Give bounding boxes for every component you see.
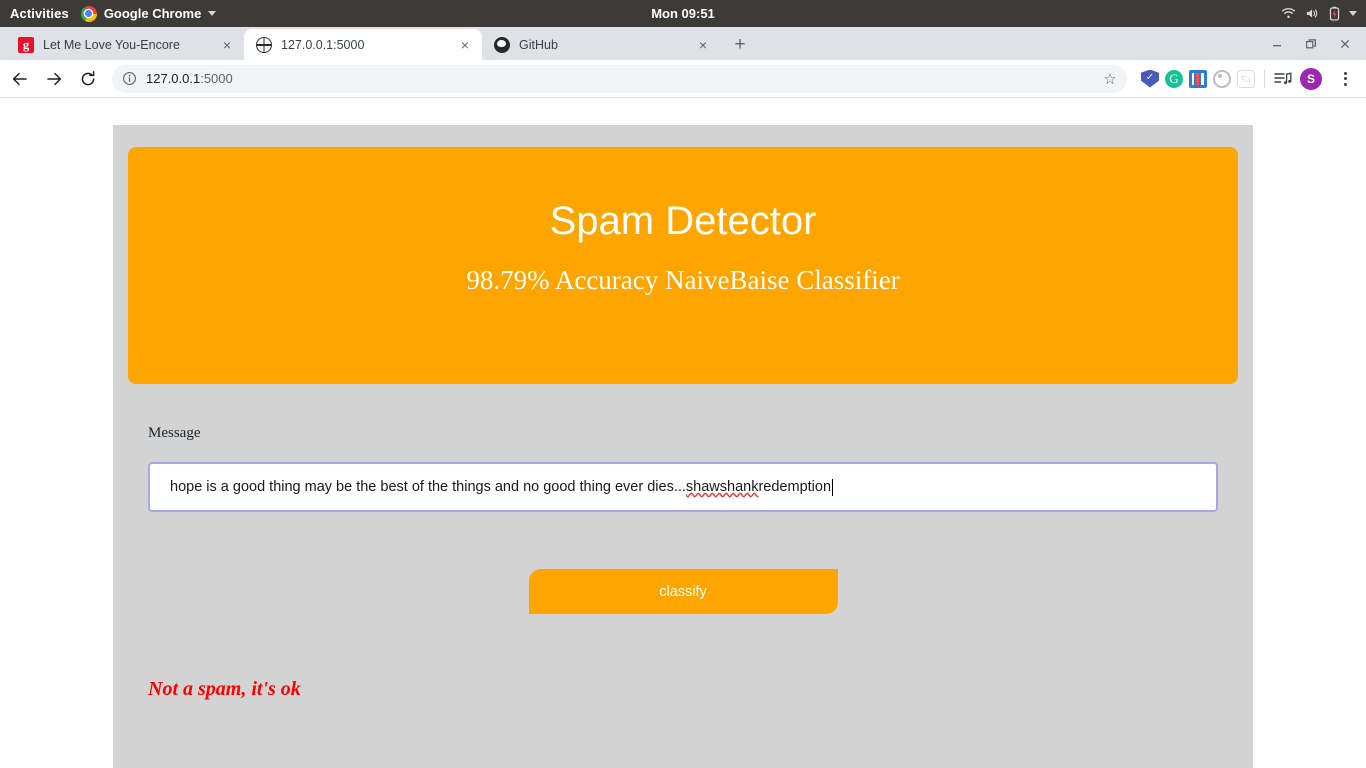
- gaana-favicon-icon: g: [18, 36, 34, 53]
- playlist-icon[interactable]: [1274, 70, 1292, 88]
- back-button[interactable]: [4, 63, 36, 95]
- tray-chevron-down-icon[interactable]: [1349, 11, 1357, 16]
- kebab-menu-icon[interactable]: [1332, 66, 1358, 92]
- react-devtools-extension-icon[interactable]: [1237, 69, 1255, 88]
- tab-title: 127.0.0.1:5000: [281, 37, 365, 52]
- tab-close-icon[interactable]: ×: [219, 37, 235, 53]
- message-text-before: hope is a good thing may be the best of …: [170, 479, 686, 495]
- extensions-area: ✓ G S: [1135, 66, 1358, 92]
- app-container: Spam Detector 98.79% Accuracy NaiveBaise…: [113, 125, 1253, 768]
- tab-title: Let Me Love You-Encore: [43, 37, 180, 52]
- url-text: 127.0.0.1:5000: [146, 71, 233, 86]
- url-host: 127.0.0.1: [146, 71, 201, 86]
- classify-button-row: classify: [148, 569, 1218, 614]
- browser-tab-gaana[interactable]: g Let Me Love You-Encore ×: [6, 29, 244, 60]
- close-window-button[interactable]: [1328, 27, 1362, 60]
- page-subtitle: 98.79% Accuracy NaiveBaise Classifier: [466, 265, 900, 295]
- battery-charging-icon: [1329, 6, 1340, 21]
- shield-extension-icon[interactable]: ✓: [1141, 69, 1159, 88]
- forward-button[interactable]: [38, 63, 70, 95]
- message-text-after: redemption: [758, 479, 832, 495]
- app-menu-label: Google Chrome: [103, 6, 202, 21]
- text-caret: [832, 478, 834, 496]
- info-circle-icon[interactable]: [122, 71, 137, 86]
- github-favicon-icon: [494, 36, 510, 53]
- browser-toolbar: 127.0.0.1:5000 ☆ ✓ G S: [0, 60, 1366, 98]
- page-title: Spam Detector: [549, 199, 817, 243]
- message-label: Message: [148, 425, 201, 441]
- address-bar[interactable]: 127.0.0.1:5000 ☆: [112, 64, 1127, 93]
- page-viewport: Spam Detector 98.79% Accuracy NaiveBaise…: [0, 98, 1366, 768]
- profile-avatar[interactable]: S: [1300, 67, 1322, 90]
- globe-favicon-icon: [256, 36, 272, 53]
- tab-close-icon[interactable]: ×: [695, 37, 711, 53]
- browser-tab-localhost[interactable]: 127.0.0.1:5000 ×: [244, 29, 482, 60]
- activities-button[interactable]: Activities: [0, 6, 81, 21]
- app-header-banner: Spam Detector 98.79% Accuracy NaiveBaise…: [128, 147, 1238, 384]
- tab-close-icon[interactable]: ×: [457, 37, 473, 53]
- browser-tab-strip: g Let Me Love You-Encore × 127.0.0.1:500…: [0, 27, 1366, 60]
- bookmark-star-icon[interactable]: ☆: [1100, 69, 1120, 89]
- restore-button[interactable]: [1294, 27, 1328, 60]
- window-controls: [1260, 27, 1366, 60]
- gnome-top-bar: Activities Google Chrome Mon 09:51: [0, 0, 1366, 27]
- classify-button[interactable]: classify: [528, 569, 838, 614]
- browser-tab-github[interactable]: GitHub ×: [482, 29, 720, 60]
- ring-extension-icon[interactable]: [1213, 69, 1231, 88]
- app-menu-button[interactable]: Google Chrome: [80, 5, 217, 22]
- wifi-icon: [1281, 8, 1296, 19]
- ie-tab-extension-icon[interactable]: [1189, 69, 1207, 88]
- classification-result: Not a spam, it's ok: [148, 678, 301, 700]
- minimize-button[interactable]: [1260, 27, 1294, 60]
- chevron-down-icon: [208, 11, 217, 16]
- system-tray[interactable]: [1281, 6, 1366, 21]
- tab-title: GitHub: [519, 37, 558, 52]
- message-text-misspelled: shawshank: [685, 479, 759, 495]
- classify-form: Message hope is a good thing may be the …: [113, 425, 1253, 614]
- chrome-logo-icon: [80, 5, 97, 22]
- volume-icon: [1306, 9, 1318, 18]
- new-tab-button[interactable]: +: [726, 30, 754, 58]
- message-input[interactable]: hope is a good thing may be the best of …: [148, 462, 1218, 512]
- url-port: :5000: [200, 71, 233, 86]
- toolbar-divider: [1264, 69, 1265, 88]
- grammarly-extension-icon[interactable]: G: [1165, 69, 1183, 88]
- reload-button[interactable]: [72, 63, 104, 95]
